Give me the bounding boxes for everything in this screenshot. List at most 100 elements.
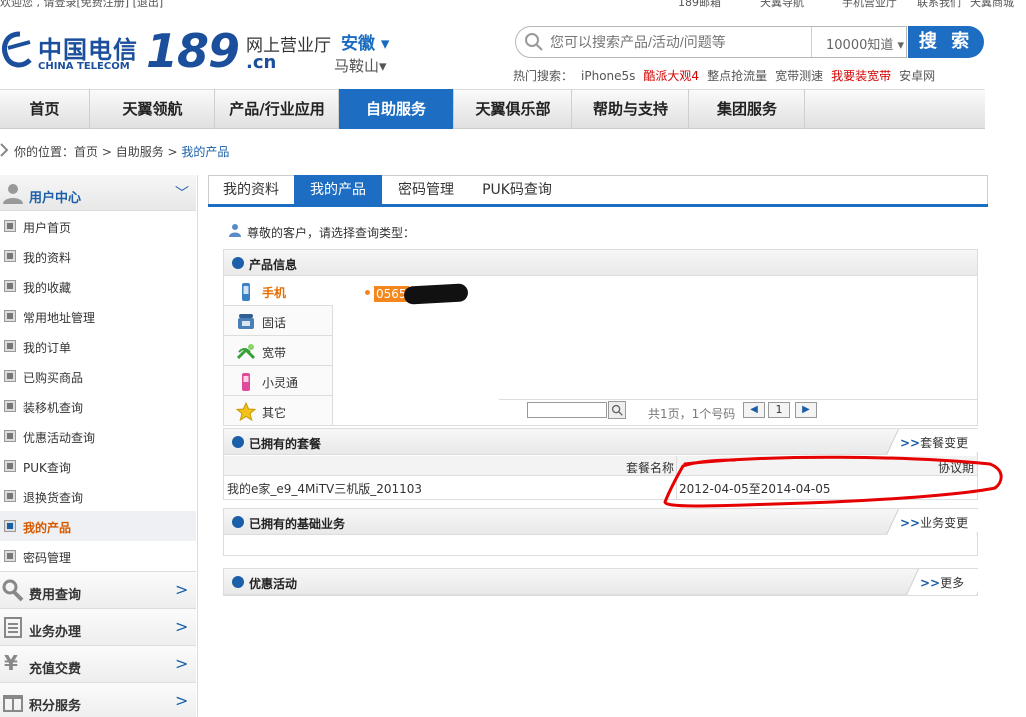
bullet-icon xyxy=(4,460,16,472)
sidebar-item-favorites[interactable]: 我的收藏 xyxy=(0,271,196,301)
sidebar-item-label: 我的收藏 xyxy=(23,281,72,295)
promotions-header xyxy=(224,569,977,595)
nav-help[interactable]: 帮助与支持 xyxy=(573,89,689,129)
basic-services-title: 已拥有的基础业务 xyxy=(249,517,346,531)
bullet-icon xyxy=(4,250,16,262)
sidebar-item-purchased[interactable]: 已购买商品 xyxy=(0,361,196,391)
search-scope-dropdown[interactable]: 10000知道 ▾ xyxy=(826,34,904,53)
hot-search-item[interactable]: 酷派大观4 xyxy=(643,69,699,83)
search-divider xyxy=(811,27,812,57)
sidebar-item-label: 我的订单 xyxy=(23,341,72,355)
product-type-label: 其它 xyxy=(262,406,287,420)
sidebar-item-user-home[interactable]: 用户首页 xyxy=(0,211,196,241)
sidebar-item-addresses[interactable]: 常用地址管理 xyxy=(0,301,196,331)
tab-my-products[interactable]: 我的产品 xyxy=(294,175,382,205)
sidebar-item-returns[interactable]: 退换货查询 xyxy=(0,481,196,511)
mall-link[interactable]: 天翼商城 xyxy=(970,0,1014,10)
landline-phone-icon xyxy=(238,314,254,329)
more-promotions-link[interactable]: >>更多 xyxy=(900,574,964,591)
mail-link[interactable]: 189邮箱 xyxy=(678,0,721,10)
bullet-icon xyxy=(4,520,16,532)
filter-search-icon[interactable] xyxy=(608,401,626,419)
sidebar-item-label: 我的资料 xyxy=(23,251,72,265)
breadcrumb-home[interactable]: 首页 xyxy=(74,145,98,159)
nav-enterprise[interactable]: 集团服务 xyxy=(690,89,805,129)
hot-search-item[interactable]: iPhone5s xyxy=(581,69,635,83)
change-package-label: 套餐变更 xyxy=(920,436,969,450)
product-type-label: 固话 xyxy=(262,316,287,330)
sidebar-item-label: 已购买商品 xyxy=(23,371,84,385)
nav-link[interactable]: 天翼导航 xyxy=(760,0,804,10)
site-domain: .cn xyxy=(246,52,277,73)
bullet-icon xyxy=(4,550,16,562)
user-icon xyxy=(3,184,23,204)
prev-page-button[interactable]: ◀ xyxy=(743,402,765,418)
chevron-down-icon[interactable]: ﹀ xyxy=(175,183,189,203)
sidebar-section-business[interactable]: 业务办理 > xyxy=(0,608,196,645)
double-chevron-icon: >> xyxy=(900,436,921,450)
change-package-link[interactable]: >>套餐变更 xyxy=(880,434,968,451)
promotions-title: 优惠活动 xyxy=(249,577,298,591)
hot-search-item[interactable]: 宽带测速 xyxy=(775,69,823,83)
tab-password[interactable]: 密码管理 xyxy=(383,175,469,205)
hot-search-item[interactable]: 我要装宽带 xyxy=(831,69,891,83)
chevron-right-icon: > xyxy=(175,580,189,599)
sidebar-section-points[interactable]: 积分服务 > xyxy=(0,682,196,717)
sidebar-item-install-query[interactable]: 装移机查询 xyxy=(0,391,196,421)
hot-search-item[interactable]: 整点抢流量 xyxy=(707,69,767,83)
packages-title: 已拥有的套餐 xyxy=(249,437,322,451)
nav-club[interactable]: 天翼俱乐部 xyxy=(455,89,572,129)
change-service-label: 业务变更 xyxy=(920,516,969,530)
sidebar-item-promo-query[interactable]: 优惠活动查询 xyxy=(0,421,196,451)
nav-home[interactable]: 首页 xyxy=(0,89,90,129)
hot-search-label: 热门搜索： xyxy=(513,69,574,83)
product-type-phs[interactable]: 小灵通 xyxy=(224,366,333,396)
product-type-mobile[interactable]: 手机 xyxy=(224,276,333,306)
star-icon xyxy=(236,402,256,422)
breadcrumb-arrow-icon xyxy=(0,143,8,157)
bullet-icon xyxy=(4,310,16,322)
sidebar-item-orders[interactable]: 我的订单 xyxy=(0,331,196,361)
sidebar-section-recharge[interactable]: ¥ 充值交费 > xyxy=(0,645,196,682)
chevron-right-icon: > xyxy=(175,654,189,673)
search-input[interactable] xyxy=(550,31,805,53)
logo-189[interactable]: 189 xyxy=(146,24,240,78)
next-page-button[interactable]: ▶ xyxy=(795,402,817,418)
product-type-broadband[interactable]: 宽带 xyxy=(224,336,333,366)
number-bullet-icon xyxy=(365,290,370,295)
nav-products[interactable]: 产品/行业应用 xyxy=(216,89,339,129)
sidebar-item-puk[interactable]: PUK查询 xyxy=(0,451,196,481)
product-type-label: 手机 xyxy=(262,286,287,300)
sidebar-item-my-profile[interactable]: 我的资料 xyxy=(0,241,196,271)
city-selector[interactable]: 马鞍山▾ xyxy=(334,55,387,76)
sidebar-item-label: 优惠活动查询 xyxy=(23,431,96,445)
hot-search-item[interactable]: 安卓网 xyxy=(899,69,935,83)
section-bullet-icon xyxy=(232,436,244,448)
china-telecom-logo-icon[interactable] xyxy=(0,28,34,72)
sidebar-item-password[interactable]: 密码管理 xyxy=(0,541,196,571)
greeting-text: 尊敬的客户，请选择查询类型： xyxy=(247,226,416,240)
product-type-landline[interactable]: 固话 xyxy=(224,306,333,336)
sidebar-section-title: 用户中心 xyxy=(29,191,82,206)
sidebar-section-billing[interactable]: 费用查询 > xyxy=(0,571,196,608)
tab-puk[interactable]: PUK码查询 xyxy=(470,175,564,205)
province-selector[interactable]: 安徽 ▾ xyxy=(341,29,389,54)
customer-icon xyxy=(229,224,241,237)
number-filter-input[interactable] xyxy=(527,402,607,418)
mobile-hall-link[interactable]: 手机营业厅 xyxy=(842,0,897,10)
change-service-link[interactable]: >>业务变更 xyxy=(880,514,968,531)
product-type-other[interactable]: 其它 xyxy=(224,396,333,426)
sidebar-item-label: PUK查询 xyxy=(23,461,71,475)
tab-my-profile[interactable]: 我的资料 xyxy=(209,175,293,205)
nav-self-service[interactable]: 自助服务 xyxy=(339,89,454,129)
login-links[interactable]: 欢迎您 , 请登录[免费注册] [退出] xyxy=(0,0,163,10)
page-number[interactable]: 1 xyxy=(768,402,790,418)
breadcrumb-self-service[interactable]: 自助服务 xyxy=(116,145,164,159)
sidebar-item-my-products[interactable]: 我的产品 xyxy=(0,511,196,541)
nav-tianyi-lead[interactable]: 天翼领航 xyxy=(91,89,215,129)
breadcrumb-separator: > xyxy=(98,145,116,159)
search-button[interactable]: 搜 索 xyxy=(908,26,984,58)
contact-link[interactable]: 联系我们 xyxy=(917,0,961,10)
section-bullet-icon xyxy=(232,516,244,528)
double-chevron-icon: >> xyxy=(900,516,921,530)
